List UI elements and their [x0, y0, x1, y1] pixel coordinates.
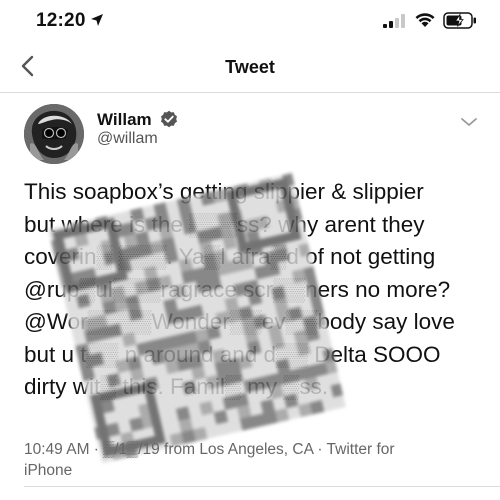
display-name[interactable]: Willam [97, 110, 152, 130]
tweet-source-app[interactable]: iPhone [24, 460, 484, 481]
chevron-down-icon [458, 117, 480, 134]
location-arrow-icon [90, 13, 104, 27]
battery-charging-icon [443, 12, 477, 29]
tweet-detail-screen: 12:20 Tweet Willam @willam This soapbox’… [0, 0, 500, 500]
status-time: 12:20 [36, 10, 86, 31]
status-bar: 12:20 [0, 0, 500, 40]
nav-title: Tweet [225, 57, 275, 77]
user-handle[interactable]: @willam [97, 130, 158, 148]
cellular-signal-icon [383, 14, 405, 28]
tweet-meta: 10:49 AM · ▒/1▒/19 from Los Angeles, CA … [24, 439, 484, 481]
divider [24, 486, 500, 487]
tweet-timestamp-source: 10:49 AM · ▒/1▒/19 from Los Angeles, CA … [24, 441, 395, 458]
verified-badge-icon [160, 110, 178, 128]
tweet-menu-button[interactable] [458, 114, 480, 130]
avatar[interactable] [24, 104, 84, 164]
wifi-icon [414, 12, 436, 28]
nav-bar: Tweet [0, 40, 500, 93]
